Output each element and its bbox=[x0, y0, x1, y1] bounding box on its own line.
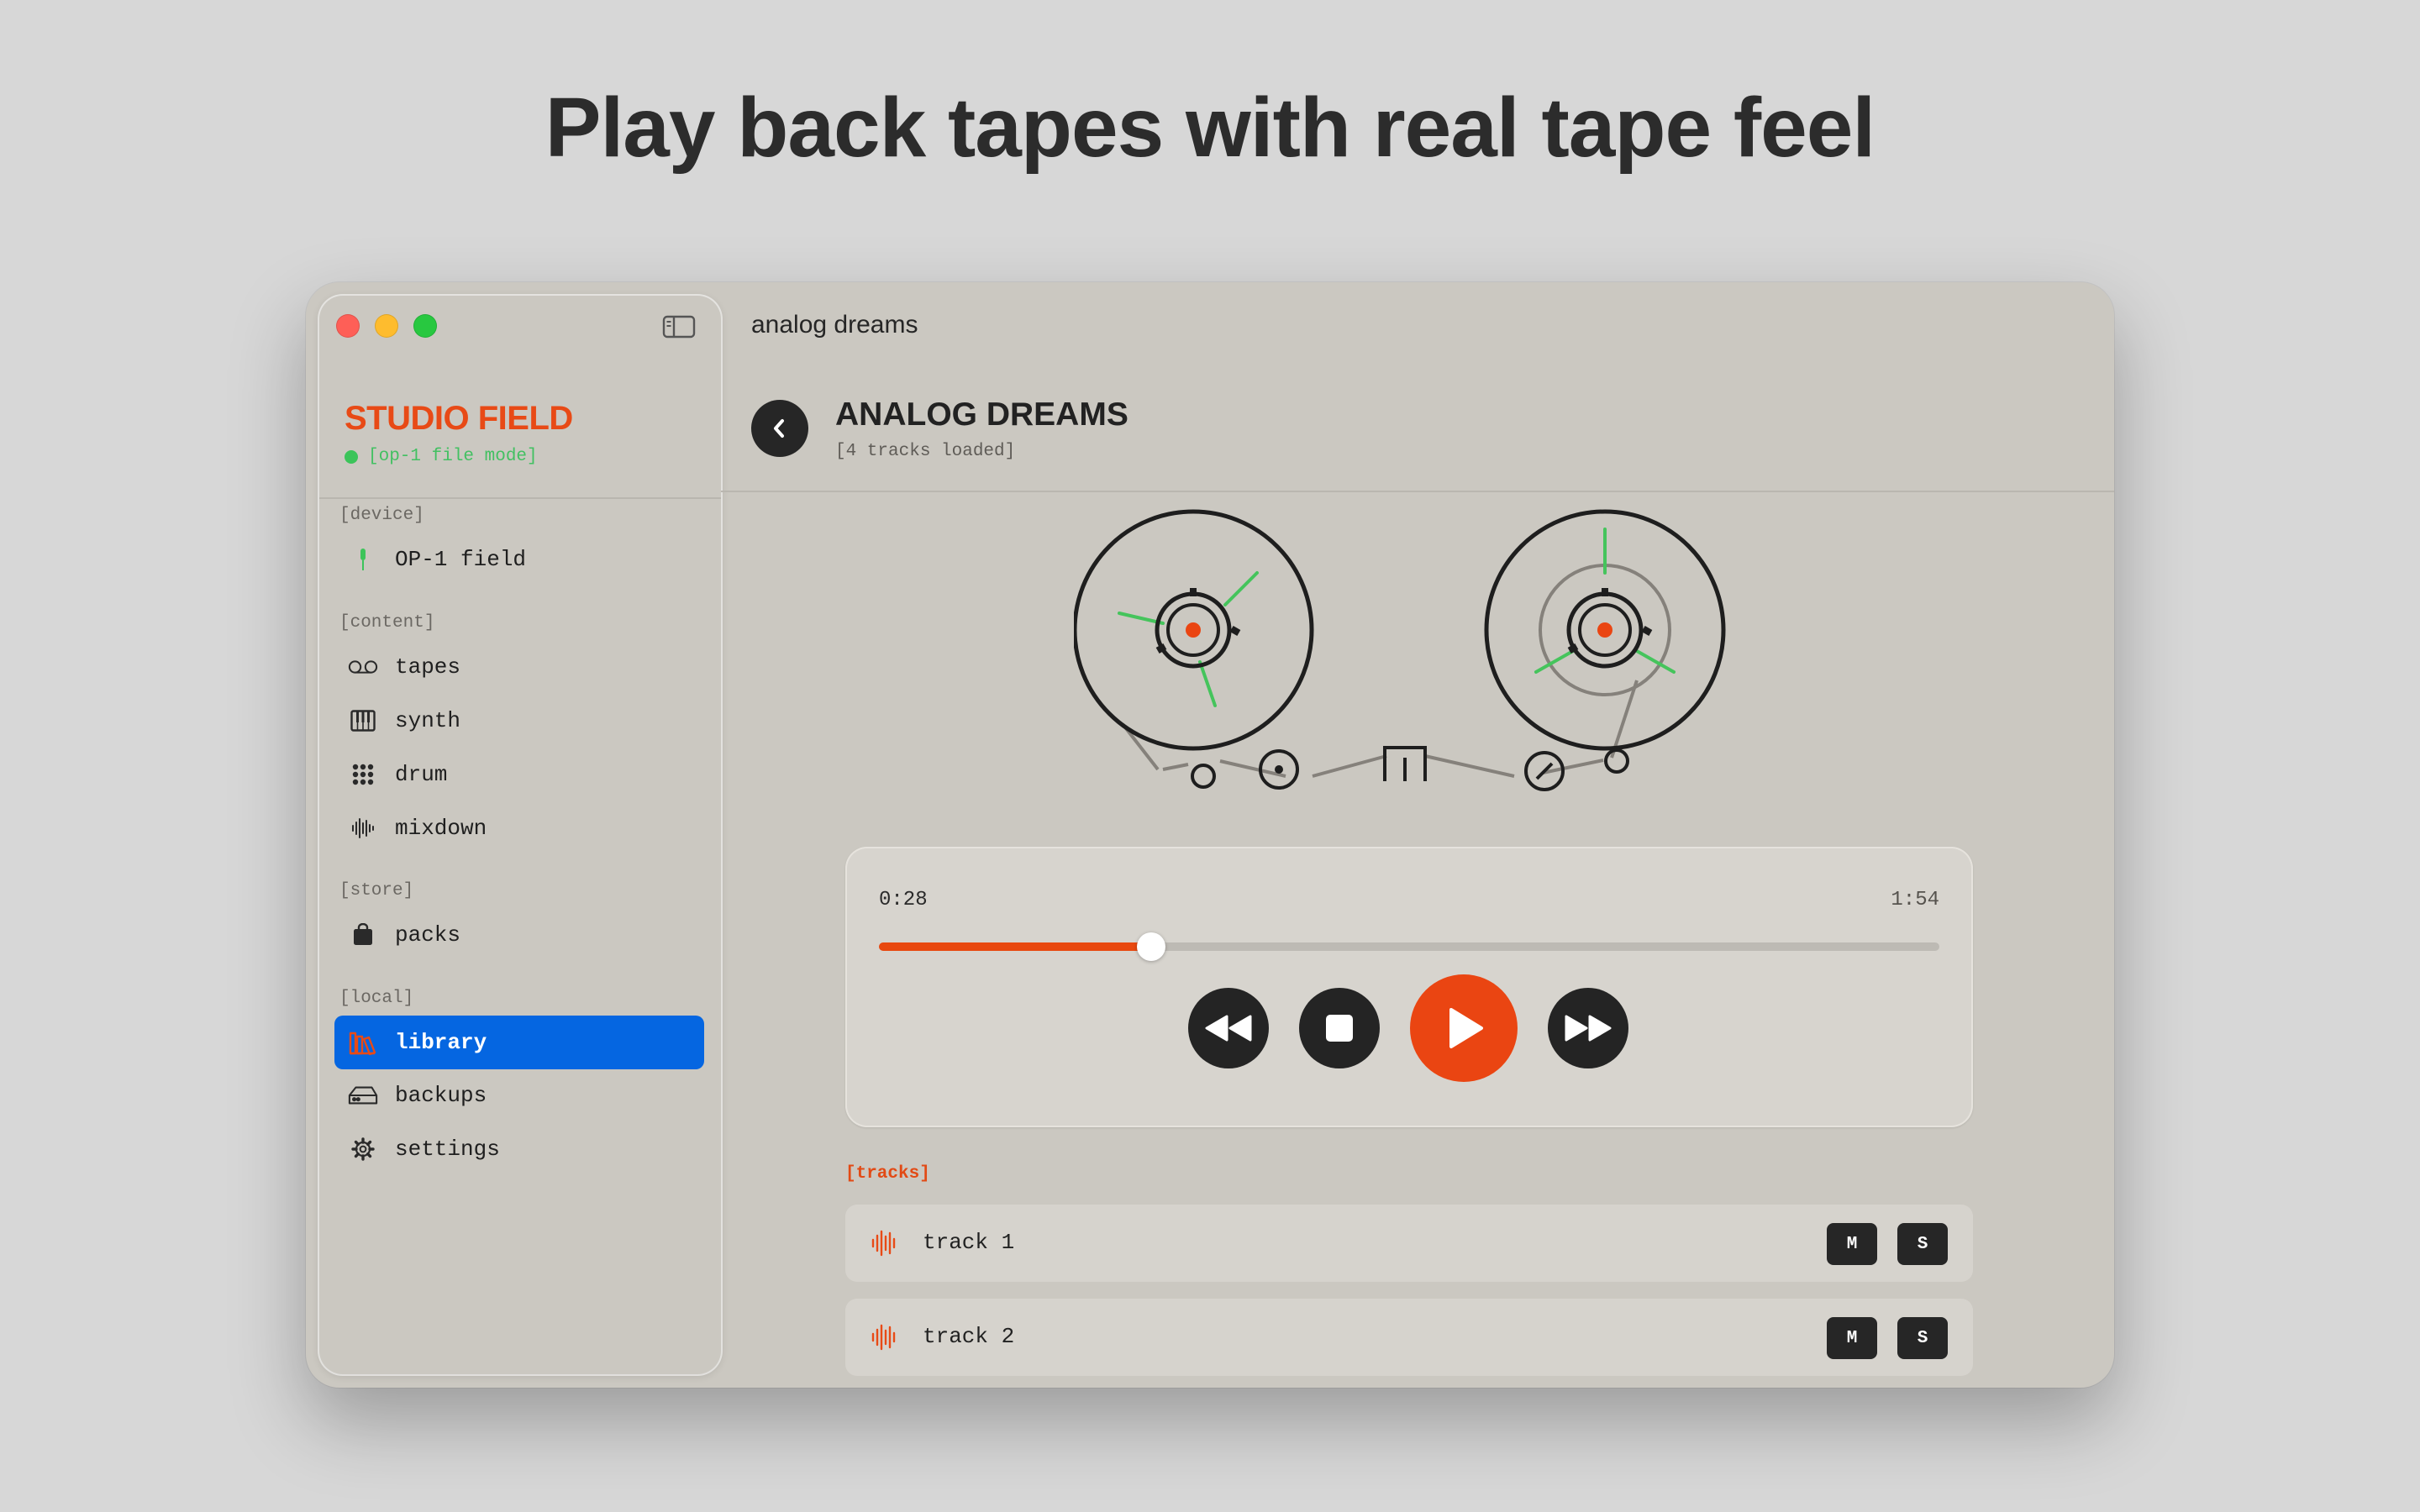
status-dot-icon bbox=[345, 449, 358, 464]
album-subtitle: [4 tracks loaded] bbox=[835, 442, 1016, 461]
fast-forward-button[interactable] bbox=[1548, 988, 1628, 1068]
player-panel: 0:28 1:54 bbox=[845, 847, 1973, 1127]
track-waveform-icon bbox=[871, 1230, 896, 1257]
section-label-local: [local] bbox=[339, 989, 414, 1008]
track-name: track 1 bbox=[923, 1230, 1015, 1255]
sidebar-item-library[interactable]: library bbox=[334, 1016, 704, 1069]
promo-headline: Play back tapes with real tape feel bbox=[544, 81, 1876, 175]
sidebar-divider bbox=[319, 497, 721, 499]
section-label-store: [store] bbox=[339, 881, 414, 900]
back-button[interactable] bbox=[751, 400, 808, 457]
library-icon bbox=[348, 1027, 378, 1058]
close-window-button[interactable] bbox=[336, 314, 360, 338]
drum-grid-icon bbox=[348, 759, 378, 790]
track-name: track 2 bbox=[923, 1324, 1015, 1349]
right-reel-icon bbox=[1484, 509, 1726, 751]
left-reel-icon bbox=[1074, 509, 1314, 751]
rewind-icon bbox=[1205, 1015, 1252, 1042]
sidebar-item-packs[interactable]: packs bbox=[334, 908, 704, 962]
sidebar-item-drum[interactable]: drum bbox=[334, 748, 704, 801]
mute-button[interactable]: M bbox=[1827, 1223, 1877, 1265]
connection-status: [op-1 file mode] bbox=[345, 447, 538, 466]
progress-thumb[interactable] bbox=[1137, 932, 1166, 961]
sidebar-item-settings[interactable]: settings bbox=[334, 1122, 704, 1176]
fast-forward-icon bbox=[1565, 1015, 1612, 1042]
sidebar-item-mixdown[interactable]: mixdown bbox=[334, 801, 704, 855]
minimize-window-button[interactable] bbox=[375, 314, 398, 338]
rewind-button[interactable] bbox=[1188, 988, 1269, 1068]
sidebar: STUDIO FIELD [op-1 file mode] [device] O… bbox=[319, 296, 721, 1374]
main-content: analog dreams ANALOG DREAMS [4 tracks lo… bbox=[721, 282, 2114, 1388]
chevron-left-icon bbox=[774, 419, 784, 438]
window-title: analog dreams bbox=[751, 311, 918, 339]
stop-icon bbox=[1326, 1015, 1353, 1042]
tracks-section-label: [tracks] bbox=[845, 1164, 930, 1184]
progress-fill bbox=[879, 942, 1152, 951]
sidebar-item-synth[interactable]: synth bbox=[334, 694, 704, 748]
section-label-content: [content] bbox=[339, 613, 435, 633]
app-window: STUDIO FIELD [op-1 file mode] [device] O… bbox=[306, 282, 2114, 1388]
progress-slider[interactable] bbox=[879, 932, 1939, 961]
drive-icon bbox=[348, 1080, 378, 1110]
album-title: ANALOG DREAMS bbox=[835, 396, 1128, 433]
sidebar-item-backups[interactable]: backups bbox=[334, 1068, 704, 1122]
sidebar-item-tapes[interactable]: tapes bbox=[334, 640, 704, 694]
gear-icon bbox=[348, 1134, 378, 1164]
current-time: 0:28 bbox=[879, 889, 928, 911]
track-waveform-icon bbox=[871, 1324, 896, 1351]
op1-device-icon bbox=[348, 544, 378, 575]
sidebar-toggle-icon[interactable] bbox=[662, 314, 696, 339]
sidebar-item-op1-field[interactable]: OP-1 field bbox=[334, 533, 704, 586]
track-row[interactable]: track 2 M S bbox=[845, 1299, 1973, 1376]
tape-reels-illustration bbox=[1074, 509, 1726, 791]
track-row[interactable]: track 1 M S bbox=[845, 1205, 1973, 1282]
section-label-device: [device] bbox=[339, 506, 424, 525]
header-divider bbox=[721, 491, 2114, 492]
app-brand: STUDIO FIELD bbox=[345, 400, 573, 437]
total-time: 1:54 bbox=[1891, 889, 1939, 911]
play-button[interactable] bbox=[1410, 974, 1518, 1082]
solo-button[interactable]: S bbox=[1897, 1317, 1948, 1359]
stop-button[interactable] bbox=[1299, 988, 1380, 1068]
tape-icon bbox=[348, 652, 378, 682]
waveform-icon bbox=[348, 813, 378, 843]
piano-keys-icon bbox=[348, 706, 378, 736]
mute-button[interactable]: M bbox=[1827, 1317, 1877, 1359]
play-icon bbox=[1449, 1008, 1483, 1048]
status-text: [op-1 file mode] bbox=[368, 447, 538, 466]
bag-icon bbox=[348, 920, 378, 950]
zoom-window-button[interactable] bbox=[413, 314, 437, 338]
solo-button[interactable]: S bbox=[1897, 1223, 1948, 1265]
